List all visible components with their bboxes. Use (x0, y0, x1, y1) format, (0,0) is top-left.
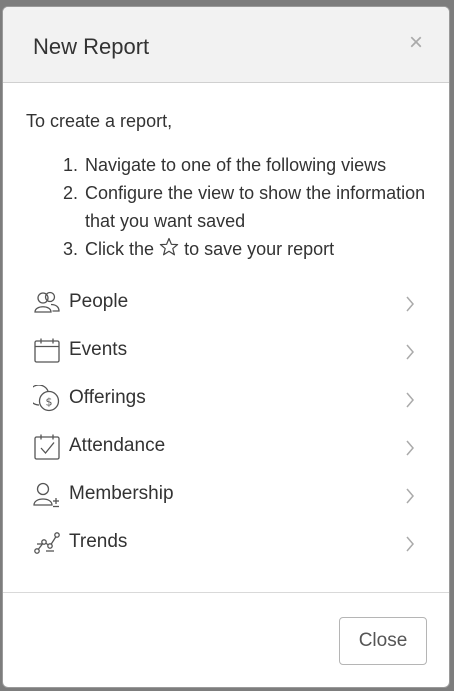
view-item-people[interactable]: People (3, 279, 449, 327)
chevron-right-icon (405, 536, 415, 552)
dialog-title: New Report (33, 34, 150, 59)
calendar-icon (33, 337, 61, 365)
new-report-dialog: New Report × To create a report, 1. Navi… (2, 6, 450, 688)
calendar-check-icon (33, 433, 61, 461)
instruction-step: 2. Configure the view to show the inform… (63, 183, 426, 231)
instructions-list: 1. Navigate to one of the following view… (63, 151, 433, 263)
intro-text: To create a report, (26, 111, 173, 131)
star-icon (159, 237, 179, 257)
instruction-step: 3. Click the to save your report (63, 237, 335, 259)
trend-line-icon (33, 529, 61, 557)
people-icon (33, 289, 61, 317)
instruction-step: 1. Navigate to one of the following view… (63, 155, 387, 175)
view-label: Events (69, 339, 128, 360)
chevron-right-icon (405, 392, 415, 408)
chevron-right-icon (405, 488, 415, 504)
close-button[interactable]: Close (339, 617, 427, 665)
dialog-footer: Close (3, 592, 449, 687)
view-label: Offerings (69, 387, 146, 408)
view-item-attendance[interactable]: Attendance (3, 423, 449, 471)
dialog-header: New Report × (3, 7, 449, 83)
view-label: Attendance (69, 435, 166, 456)
view-item-trends[interactable]: Trends (3, 519, 449, 567)
chevron-right-icon (405, 440, 415, 456)
view-label: Membership (69, 483, 174, 504)
view-label: People (69, 291, 129, 312)
svg-text:$: $ (46, 396, 53, 409)
report-views-list: People Events $ Offerings Attendance Mem… (3, 279, 449, 567)
coins-icon: $ (33, 385, 61, 413)
user-plus-minus-icon (33, 481, 61, 509)
view-item-membership[interactable]: Membership (3, 471, 449, 519)
view-item-events[interactable]: Events (3, 327, 449, 375)
chevron-right-icon (405, 296, 415, 312)
chevron-right-icon (405, 344, 415, 360)
view-label: Trends (69, 531, 128, 552)
view-item-offerings[interactable]: $ Offerings (3, 375, 449, 423)
close-icon[interactable]: × (409, 31, 423, 55)
